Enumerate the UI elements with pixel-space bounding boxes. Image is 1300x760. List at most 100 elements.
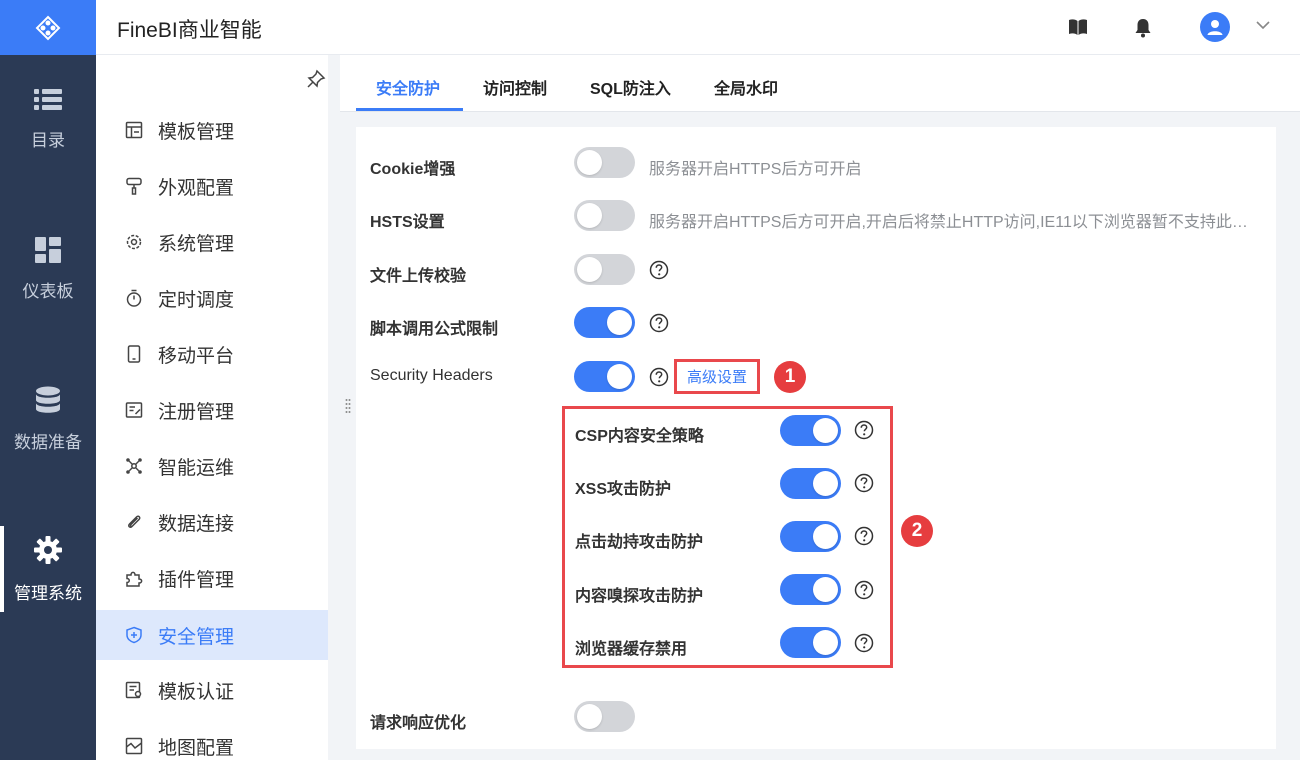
question-icon[interactable] (854, 473, 874, 493)
setting-label: Security Headers (370, 367, 493, 384)
pin-icon[interactable] (306, 69, 326, 89)
sidebar-item-registration[interactable]: 注册管理 (96, 385, 328, 435)
question-icon[interactable] (649, 313, 669, 333)
network-icon (124, 456, 144, 476)
sidebar-item-template-auth[interactable]: 模板认证 (96, 665, 328, 715)
sub-setting-label: XSS攻击防护 (575, 481, 672, 498)
tab-bar: 安全防护 访问控制 SQL防注入 全局水印 (340, 55, 1300, 112)
sidebar-item-security[interactable]: 安全管理 (96, 610, 328, 660)
response-optimization-toggle[interactable] (574, 701, 635, 732)
mobile-icon (124, 344, 144, 364)
tab-sql-injection[interactable]: SQL防注入 (590, 75, 671, 99)
template-icon (124, 120, 144, 140)
content-sniffing-toggle[interactable] (780, 574, 841, 605)
puzzle-icon (124, 568, 144, 588)
sidebar-item-data-connection[interactable]: 数据连接 (96, 497, 328, 547)
security-headers-toggle[interactable] (574, 361, 635, 392)
csp-toggle[interactable] (780, 415, 841, 446)
database-icon (35, 386, 61, 414)
rail-item-dashboard[interactable]: 仪表板 (0, 214, 96, 324)
timer-icon (124, 288, 144, 308)
sidebar-item-plugins[interactable]: 插件管理 (96, 553, 328, 603)
hsts-toggle[interactable] (574, 200, 635, 231)
settings-icon (124, 232, 144, 252)
register-icon (124, 400, 144, 420)
xss-toggle[interactable] (780, 468, 841, 499)
chevron-down-icon[interactable] (1256, 20, 1270, 30)
sidebar-item-template-management[interactable]: 模板管理 (96, 105, 328, 155)
book-icon[interactable] (1068, 18, 1088, 36)
avatar[interactable] (1200, 12, 1230, 42)
setting-label: 文件上传校验 (370, 268, 467, 285)
rail-item-label: 管理系统 (14, 583, 82, 603)
dashboard-icon (35, 236, 61, 263)
sidebar-item-label: 安全管理 (158, 626, 235, 648)
upload-check-toggle[interactable] (574, 254, 635, 285)
sidebar-item-label: 数据连接 (158, 513, 235, 535)
callout-badge-1: 1 (774, 361, 806, 393)
rail-item-catalog[interactable]: 目录 (0, 64, 96, 174)
cookie-toggle[interactable] (574, 147, 635, 178)
sub-setting-label: 点击劫持攻击防护 (575, 534, 704, 551)
sidebar-item-label: 模板管理 (158, 121, 235, 143)
clickjacking-toggle[interactable] (780, 521, 841, 552)
question-icon[interactable] (854, 580, 874, 600)
callout-badge-2: 2 (901, 515, 933, 547)
sidebar-item-label: 插件管理 (158, 569, 235, 591)
sidebar-item-label: 智能运维 (158, 457, 235, 479)
sidebar-item-label: 注册管理 (158, 401, 235, 423)
rail-item-label: 目录 (31, 130, 65, 150)
sidebar-item-ops[interactable]: 智能运维 (96, 441, 328, 491)
script-limit-toggle[interactable] (574, 307, 635, 338)
tab-access-control[interactable]: 访问控制 (483, 75, 547, 99)
rail-item-data-prep[interactable]: 数据准备 (0, 364, 96, 474)
gear-icon (33, 535, 63, 565)
rail-item-label: 数据准备 (14, 432, 82, 452)
sub-setting-label: 内容嗅探攻击防护 (575, 588, 704, 605)
question-icon[interactable] (854, 420, 874, 440)
logo-icon (35, 15, 61, 40)
resize-handle[interactable] (345, 398, 351, 414)
tab-security-protection[interactable]: 安全防护 (376, 75, 440, 99)
list-icon (34, 88, 62, 112)
paperclip-icon (124, 512, 144, 532)
map-icon (124, 736, 144, 756)
app-title: FineBI商业智能 (117, 19, 262, 42)
sidebar-item-label: 定时调度 (158, 289, 235, 311)
active-tab-indicator (356, 108, 463, 111)
setting-label: Cookie增强 (370, 161, 456, 178)
sub-setting-label: 浏览器缓存禁用 (575, 641, 688, 658)
setting-label: 脚本调用公式限制 (370, 321, 499, 338)
top-header: FineBI商业智能 (96, 0, 1300, 55)
question-icon[interactable] (854, 633, 874, 653)
logo[interactable] (0, 0, 96, 55)
sidebar-item-system[interactable]: 系统管理 (96, 217, 328, 267)
certificate-icon (124, 680, 144, 700)
setting-label: 请求响应优化 (370, 715, 467, 732)
advanced-settings-link[interactable]: 高级设置 (687, 366, 747, 387)
main-nav-rail: 目录 仪表板 数据准备 管理系统 (0, 0, 96, 760)
sidebar-item-appearance[interactable]: 外观配置 (96, 161, 328, 211)
sidebar-item-map[interactable]: 地图配置 (96, 721, 328, 760)
sub-setting-label: CSP内容安全策略 (575, 428, 704, 445)
shield-icon (124, 625, 144, 645)
question-icon[interactable] (854, 526, 874, 546)
advanced-settings-highlight: 高级设置 (674, 359, 760, 394)
tab-global-watermark[interactable]: 全局水印 (714, 75, 778, 99)
brush-icon (124, 176, 144, 196)
browser-cache-toggle[interactable] (780, 627, 841, 658)
question-icon[interactable] (649, 367, 669, 387)
sidebar-item-label: 外观配置 (158, 177, 235, 199)
user-icon (1207, 20, 1223, 35)
setting-hint: 服务器开启HTTPS后方可开启,开启后将禁止HTTP访问,IE11以下浏览器暂不… (649, 214, 1249, 231)
setting-hint: 服务器开启HTTPS后方可开启 (649, 161, 862, 178)
sidebar-item-label: 系统管理 (158, 233, 235, 255)
sidebar-item-label: 地图配置 (158, 737, 235, 759)
sidebar-item-label: 移动平台 (158, 345, 235, 367)
sidebar-item-mobile[interactable]: 移动平台 (96, 329, 328, 379)
sidebar-item-scheduling[interactable]: 定时调度 (96, 273, 328, 323)
bell-icon[interactable] (1134, 18, 1152, 38)
rail-item-admin[interactable]: 管理系统 (0, 514, 96, 624)
question-icon[interactable] (649, 260, 669, 280)
rail-item-label: 仪表板 (22, 281, 74, 301)
